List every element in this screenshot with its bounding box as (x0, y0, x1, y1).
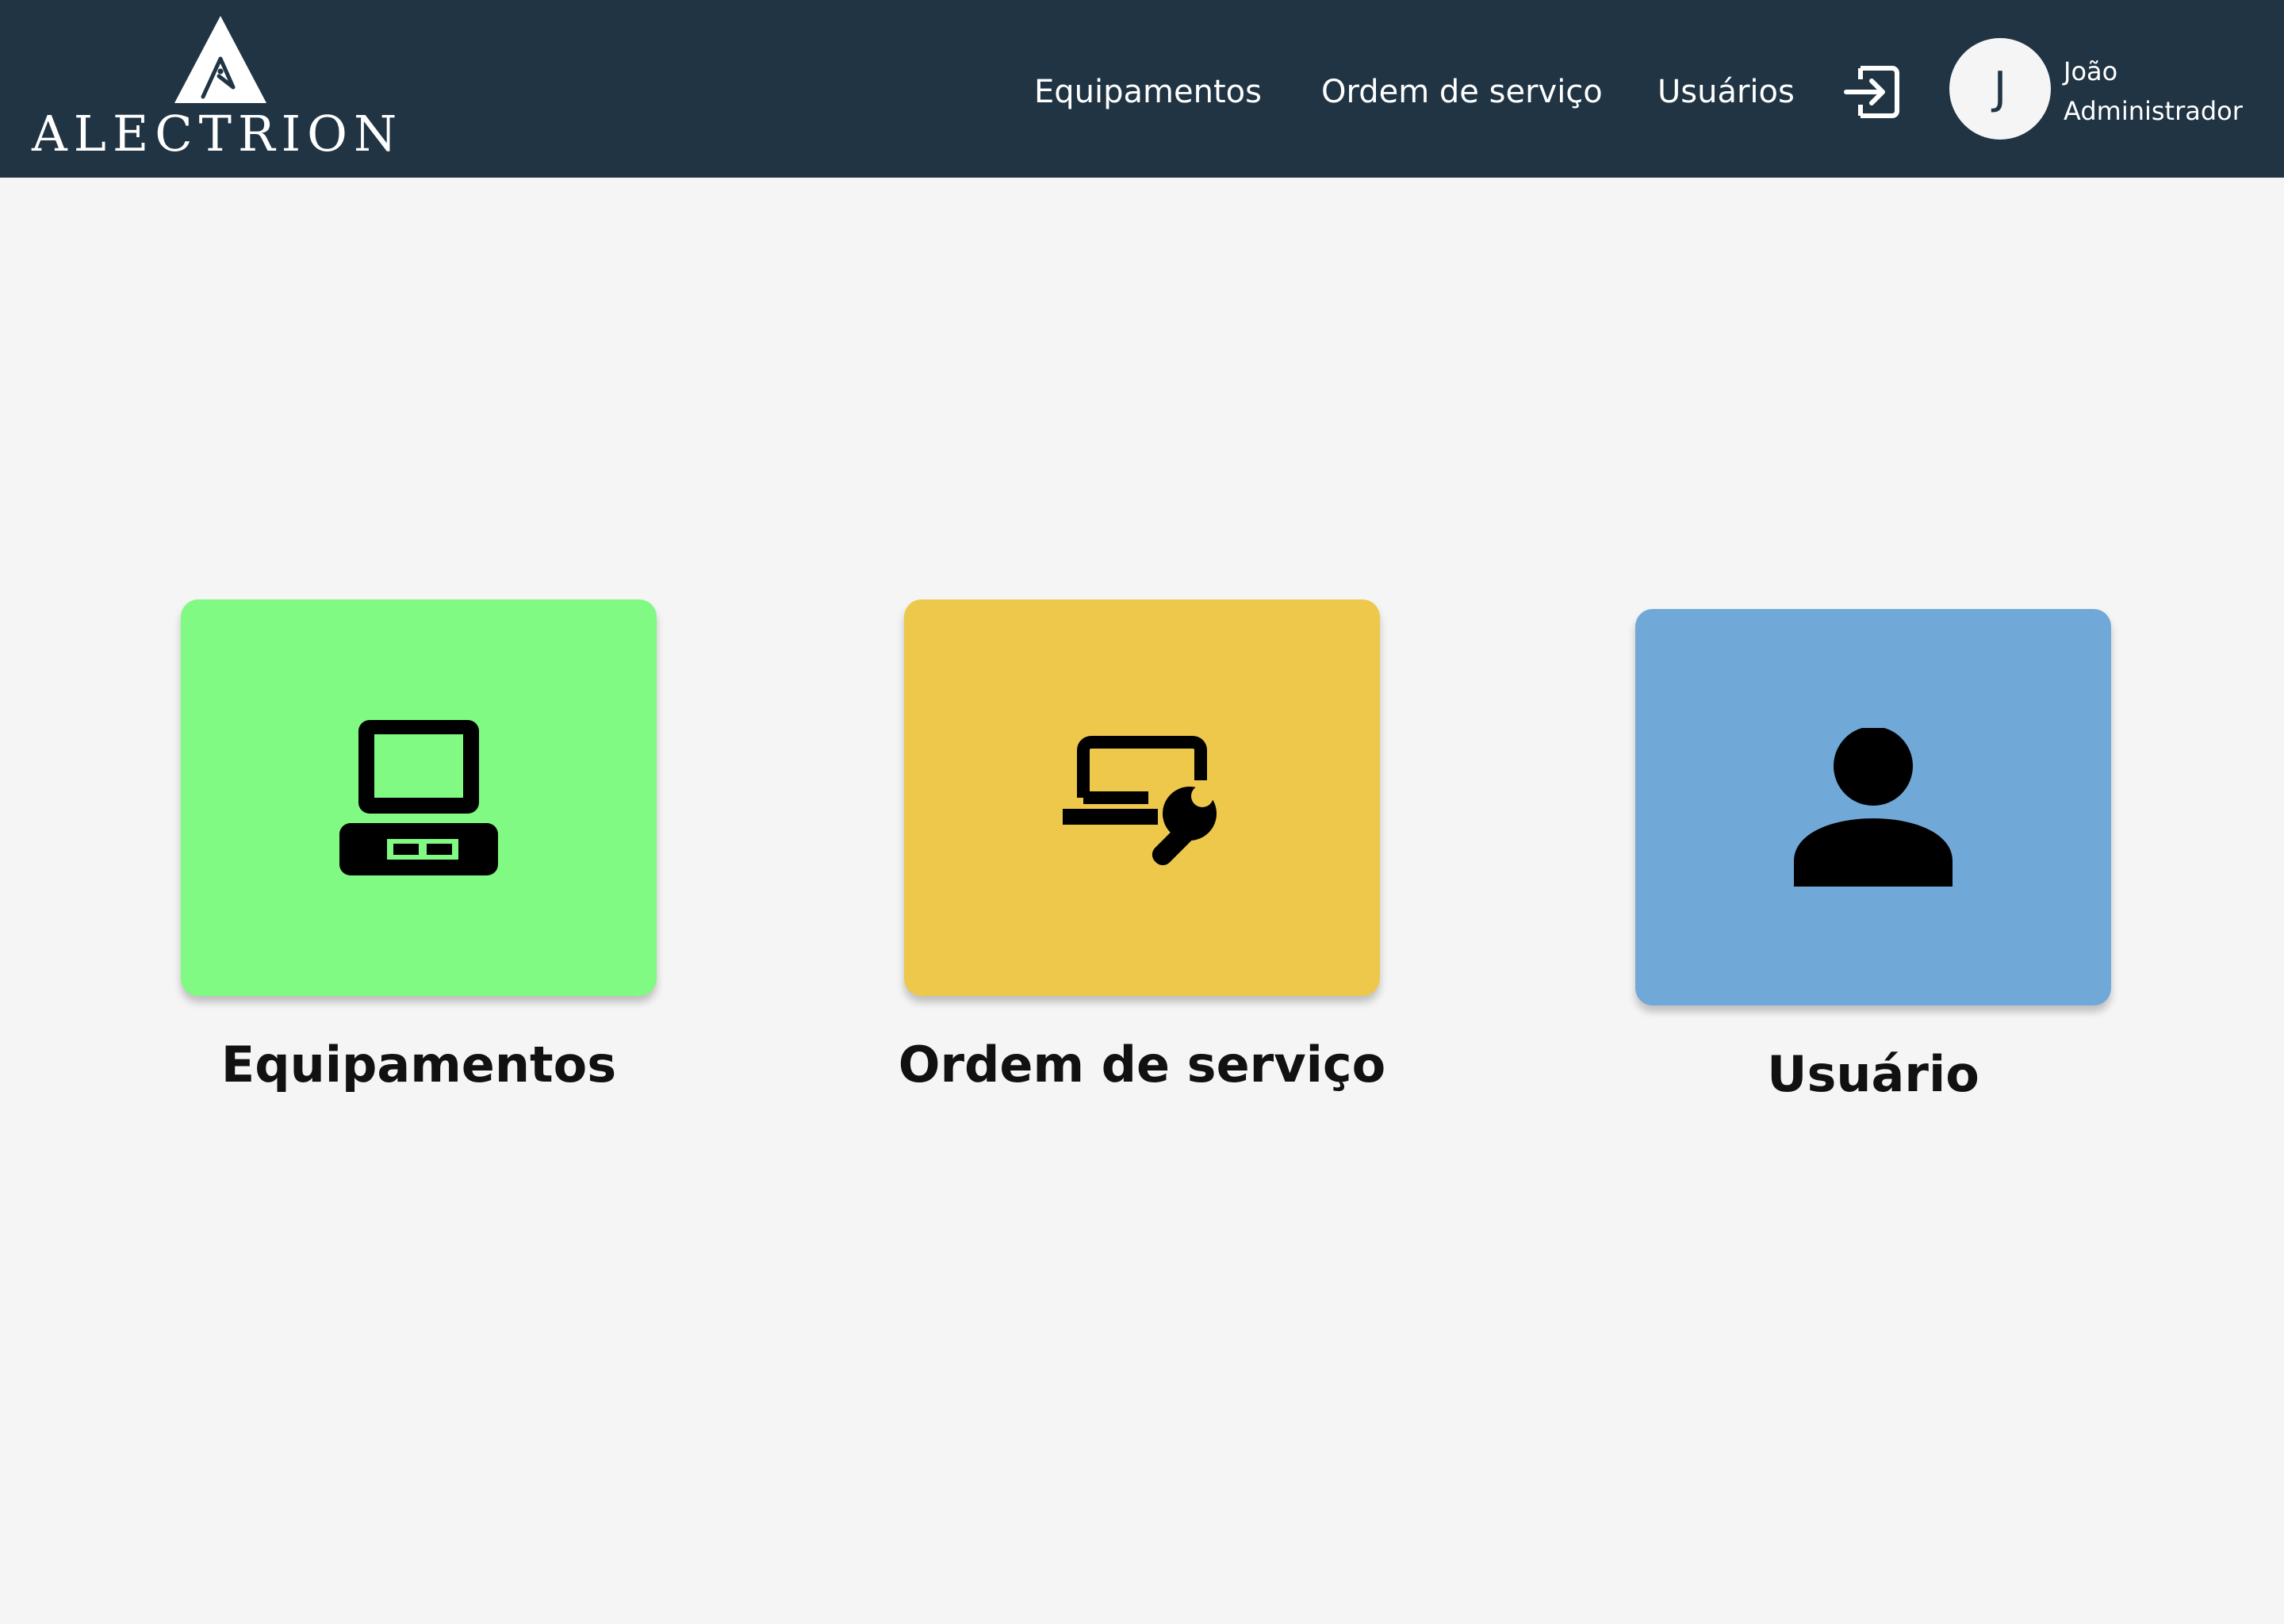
computer-icon (339, 720, 498, 875)
user-name: João (2064, 56, 2118, 86)
top-navbar: ALECTRION Equipamentos Ordem de serviço … (0, 0, 2284, 178)
card-usuario[interactable] (1635, 609, 2111, 1005)
card-label-equipamentos: Equipamentos (220, 1036, 617, 1094)
logout-icon[interactable] (1843, 63, 1900, 121)
logo-triangle-icon (174, 16, 266, 103)
alectrion-logo[interactable]: ALECTRION (32, 14, 404, 165)
nav-link-ordem-de-servico[interactable]: Ordem de serviço (1321, 76, 1603, 108)
card-label-ordem-de-servico: Ordem de serviço (898, 1036, 1386, 1094)
brand-name: ALECTRION (32, 105, 404, 163)
nav-link-usuarios[interactable]: Usuários (1657, 76, 1795, 108)
nav-link-equipamentos[interactable]: Equipamentos (1034, 76, 1262, 108)
user-role: Administrador (2064, 96, 2243, 126)
card-label-usuario: Usuário (1767, 1045, 1979, 1103)
card-ordem-de-servico[interactable] (904, 599, 1380, 996)
person-icon (1794, 728, 1953, 887)
laptop-wrench-icon (1063, 736, 1217, 866)
card-equipamentos[interactable] (181, 599, 657, 996)
user-avatar[interactable]: J (1949, 38, 2051, 140)
